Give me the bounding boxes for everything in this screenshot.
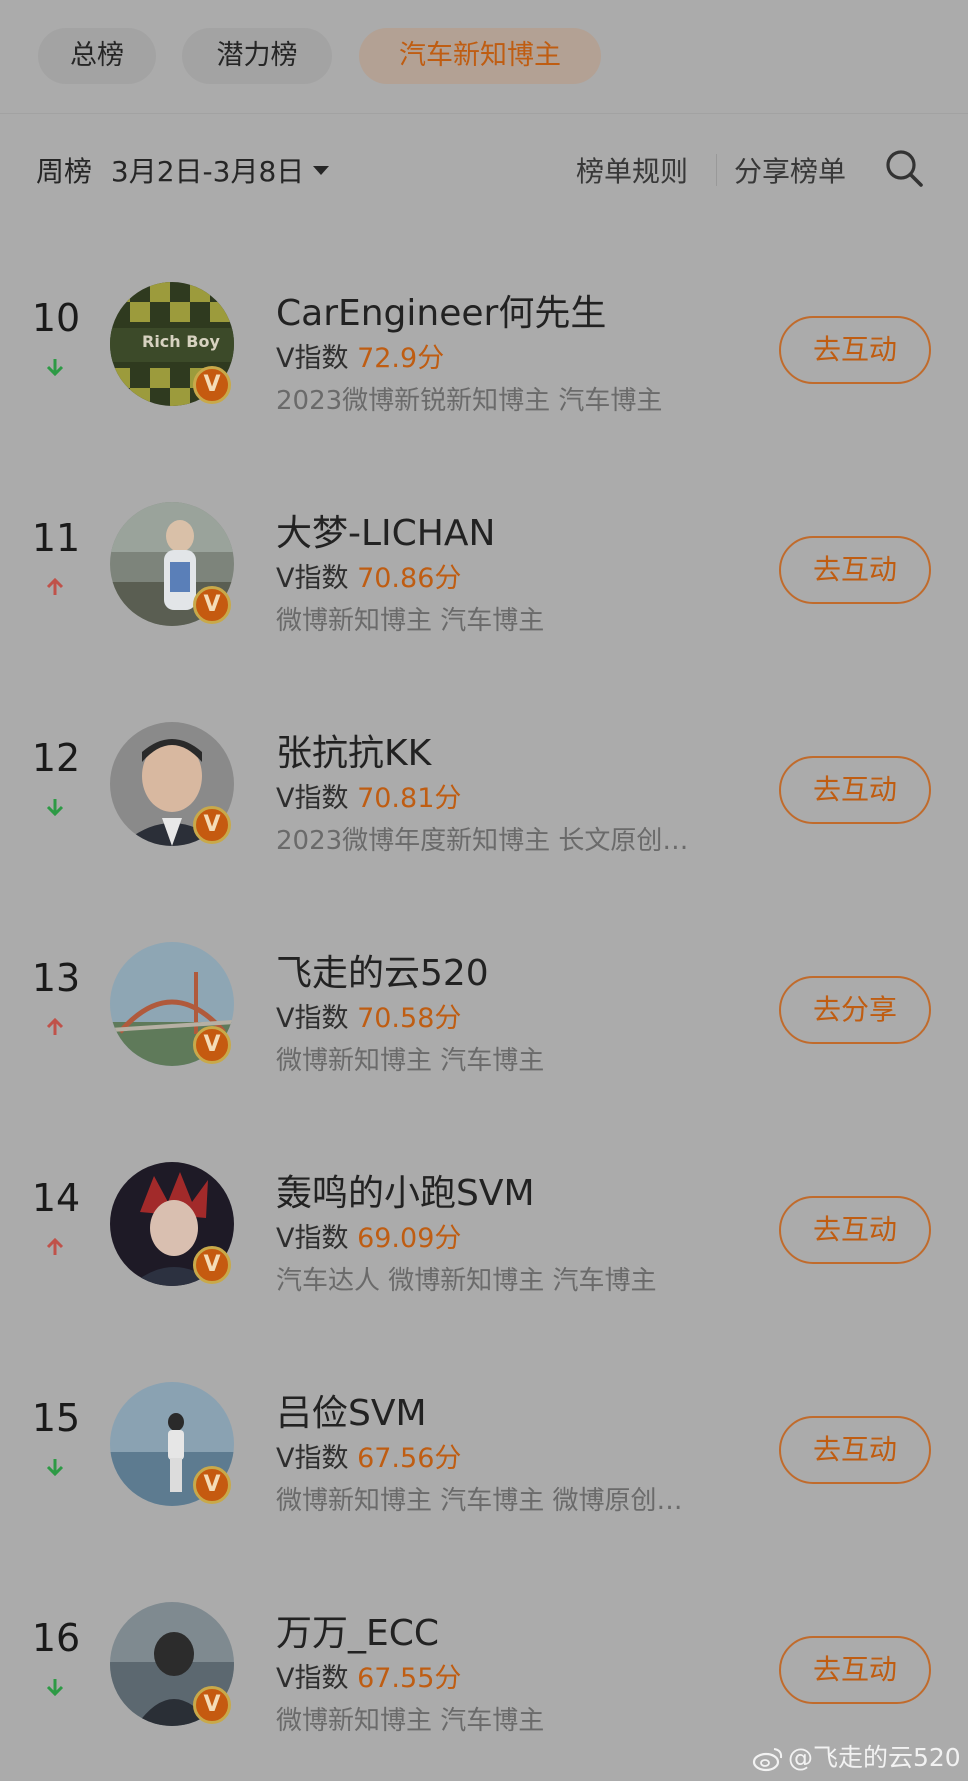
v-index-value: 72.9分 [357, 343, 445, 374]
blogger-name[interactable]: 大梦-LICHAN [276, 504, 495, 556]
blogger-name[interactable]: 万万_ECC [276, 1604, 439, 1656]
v-index-value: 70.86分 [357, 563, 462, 594]
arrow-up-icon [46, 1237, 64, 1255]
interact-button[interactable]: 去互动 [779, 1636, 931, 1704]
list-toolbar: 周榜 3月2日-3月8日 榜单规则 分享榜单 [0, 140, 968, 200]
caret-down-icon [313, 165, 330, 175]
arrow-down-icon [46, 1459, 64, 1477]
tab-auto-knowledge-blogger[interactable]: 汽车新知博主 [359, 28, 601, 84]
verified-badge-icon: V [193, 1686, 231, 1724]
tab-overall[interactable]: 总榜 [38, 28, 156, 84]
avatar-logo-text: Rich Boy [142, 332, 220, 351]
period-label: 周榜 [36, 155, 93, 188]
blogger-tags: 微博新知博主 汽车博主 [276, 1706, 545, 1736]
blogger-name[interactable]: 轰鸣的小跑SVM [276, 1164, 535, 1216]
list-item[interactable]: 13 V 飞走的云520 V指数 70.58分 微博新知博主 汽车博主 去分享 [0, 916, 968, 1076]
share-list-link[interactable]: 分享榜单 [734, 150, 846, 190]
rank-number: 12 [31, 736, 81, 780]
list-item[interactable]: 15 V 吕俭SVM V指数 67.56分 微博新知博主 汽车博主 微博原创… … [0, 1356, 968, 1516]
rules-link[interactable]: 榜单规则 [576, 150, 688, 190]
v-index-value: 70.81分 [357, 783, 462, 814]
divider [716, 154, 717, 186]
search-icon[interactable] [884, 148, 924, 188]
interact-button[interactable]: 去互动 [779, 1416, 931, 1484]
v-index: V指数 67.56分 [276, 1443, 462, 1474]
interact-button[interactable]: 去互动 [779, 756, 931, 824]
blogger-tags: 微博新知博主 汽车博主 [276, 1046, 545, 1076]
rank-number: 16 [31, 1616, 81, 1660]
list-item[interactable]: 14 V 轰鸣的小跑SVM V指数 69.09分 汽车达人 微博新知博主 汽车博… [0, 1136, 968, 1296]
list-item[interactable]: 10 Rich Boy V CarEngineer何先生 V指数 72.9分 2… [0, 256, 968, 416]
v-index: V指数 70.81分 [276, 783, 462, 814]
v-index-value: 67.56分 [357, 1443, 462, 1474]
tab-potential[interactable]: 潜力榜 [182, 28, 332, 84]
rank-number: 13 [31, 956, 81, 1000]
rank-number: 10 [31, 296, 81, 340]
verified-badge-icon: V [193, 366, 231, 404]
blogger-name[interactable]: 飞走的云520 [276, 944, 489, 996]
v-index: V指数 70.86分 [276, 563, 462, 594]
ranking-tabs: 总榜 潜力榜 汽车新知博主 [0, 0, 968, 114]
list-item[interactable]: 16 V 万万_ECC V指数 67.55分 微博新知博主 汽车博主 去互动 [0, 1576, 968, 1736]
verified-badge-icon: V [193, 806, 231, 844]
weibo-logo-icon [752, 1748, 783, 1772]
blogger-tags: 汽车达人 微博新知博主 汽车博主 [276, 1266, 657, 1296]
blogger-tags: 2023微博新锐新知博主 汽车博主 [276, 386, 663, 416]
verified-badge-icon: V [193, 1026, 231, 1064]
rank-number: 14 [31, 1176, 81, 1220]
blogger-name[interactable]: 张抗抗KK [276, 724, 431, 776]
arrow-down-icon [46, 799, 64, 817]
arrow-down-icon [46, 1679, 64, 1697]
blogger-tags: 微博新知博主 汽车博主 微博原创… [276, 1486, 683, 1516]
list-item[interactable]: 12 V 张抗抗KK V指数 70.81分 2023微博年度新知博主 长文原创…… [0, 696, 968, 856]
arrow-down-icon [46, 359, 64, 377]
verified-badge-icon: V [193, 1246, 231, 1284]
watermark-text: @飞走的云520 [788, 1743, 961, 1772]
v-index-value: 67.55分 [357, 1663, 462, 1694]
interact-button[interactable]: 去互动 [779, 1196, 931, 1264]
blogger-name[interactable]: 吕俭SVM [276, 1384, 427, 1436]
blogger-tags: 微博新知博主 汽车博主 [276, 606, 545, 636]
blogger-name[interactable]: CarEngineer何先生 [276, 284, 606, 336]
date-range: 3月2日-3月8日 [110, 155, 305, 188]
rank-number: 15 [31, 1396, 81, 1440]
watermark: @飞走的云520 [752, 1738, 961, 1774]
v-index: V指数 67.55分 [276, 1663, 462, 1694]
interact-button[interactable]: 去互动 [779, 316, 931, 384]
interact-button[interactable]: 去互动 [779, 536, 931, 604]
v-index: V指数 69.09分 [276, 1223, 462, 1254]
v-index-value: 70.58分 [357, 1003, 462, 1034]
blogger-tags: 2023微博年度新知博主 长文原创… [276, 826, 689, 856]
arrow-up-icon [46, 577, 64, 595]
verified-badge-icon: V [193, 1466, 231, 1504]
period-selector[interactable]: 周榜 3月2日-3月8日 [36, 150, 330, 190]
v-index: V指数 70.58分 [276, 1003, 462, 1034]
rank-number: 11 [31, 516, 81, 560]
list-item[interactable]: 11 V 大梦-LICHAN V指数 70.86分 微博新知博主 汽车博主 去互… [0, 476, 968, 636]
share-button[interactable]: 去分享 [779, 976, 931, 1044]
v-index-value: 69.09分 [357, 1223, 462, 1254]
verified-badge-icon: V [193, 586, 231, 624]
v-index: V指数 72.9分 [276, 343, 445, 374]
arrow-up-icon [46, 1017, 64, 1035]
